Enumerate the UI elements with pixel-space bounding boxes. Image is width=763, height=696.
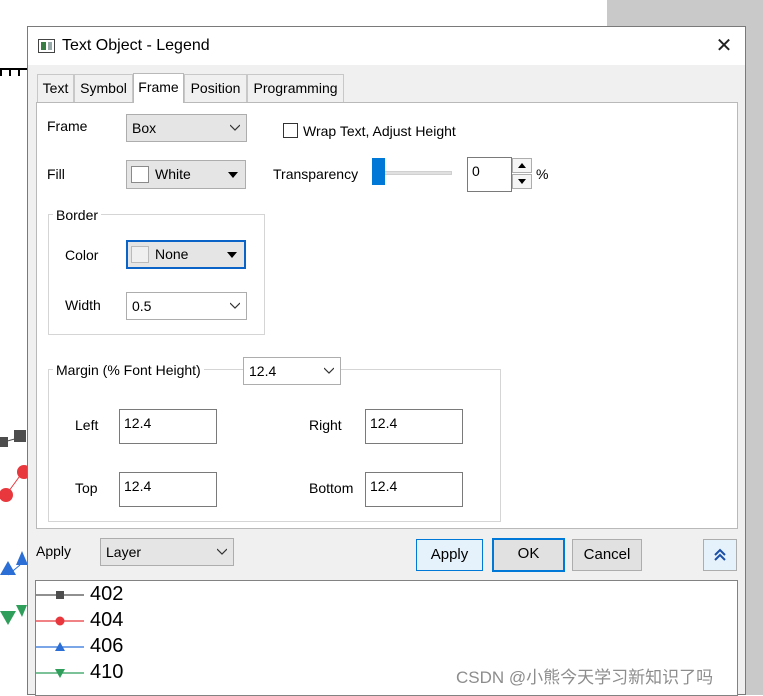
wrap-text-checkbox[interactable] <box>283 123 298 138</box>
tab-position[interactable]: Position <box>184 74 247 102</box>
plot-series-fragment <box>0 430 27 625</box>
border-width-select[interactable]: 0.5 <box>126 292 247 320</box>
legend-marker-circle <box>36 616 84 626</box>
margin-left-value: 12.4 <box>124 415 152 431</box>
legend-marker-triangle-down <box>36 669 84 678</box>
margin-select-value: 12.4 <box>249 363 277 379</box>
frame-select-value: Box <box>132 120 157 136</box>
watermark-text: CSDN @小熊今天学习新知识了吗 <box>456 668 714 687</box>
close-icon: ✕ <box>715 35 733 57</box>
tab-text[interactable]: Text <box>37 74 74 102</box>
fill-label: Fill <box>47 166 65 182</box>
tab-programming[interactable]: Programming <box>247 74 344 102</box>
frame-label: Frame <box>47 118 88 134</box>
close-button[interactable]: ✕ <box>708 33 740 59</box>
border-color-value: None <box>155 246 189 262</box>
fill-color-swatch <box>131 166 149 183</box>
text-object-dialog: Text Object - Legend ✕ Text Symbol Frame… <box>27 26 746 696</box>
margin-left-label: Left <box>75 417 99 433</box>
margin-right-label: Right <box>309 417 342 433</box>
legend-label: 402 <box>90 583 124 605</box>
spin-up-button[interactable] <box>512 158 532 173</box>
transparency-slider-thumb[interactable] <box>372 158 385 185</box>
legend-marker-square <box>36 591 84 599</box>
fill-color-value: White <box>155 166 191 182</box>
dialog-title: Text Object - Legend <box>62 37 210 54</box>
legend-label: 410 <box>90 661 124 683</box>
margin-right-input[interactable]: 12.4 <box>365 409 463 444</box>
dropdown-arrow-icon <box>228 172 238 178</box>
margin-bottom-value: 12.4 <box>370 478 398 494</box>
border-color-label: Color <box>65 247 99 263</box>
border-width-value: 0.5 <box>132 298 152 314</box>
border-group-title: Border <box>53 207 102 223</box>
legend-entry: 402 <box>36 583 236 609</box>
chevron-down-icon <box>217 546 227 556</box>
chevron-down-icon <box>230 122 240 132</box>
dropdown-arrow-icon <box>227 252 237 258</box>
transparency-label: Transparency <box>273 166 359 182</box>
title-bar[interactable]: Text Object - Legend ✕ <box>28 27 745 65</box>
margin-top-input[interactable]: 12.4 <box>119 472 217 507</box>
spin-down-button[interactable] <box>512 174 532 189</box>
cancel-button[interactable]: Cancel <box>572 539 642 571</box>
tab-frame[interactable]: Frame <box>133 73 184 103</box>
frame-select[interactable]: Box <box>126 114 247 142</box>
fill-color-select[interactable]: White <box>126 160 246 189</box>
arrow-up-icon <box>518 163 526 168</box>
margin-group-title: Margin (% Font Height) <box>53 362 204 378</box>
apply-button[interactable]: Apply <box>416 539 483 571</box>
frame-tab-panel: Frame Box Wrap Text, Adjust Height Fill … <box>36 102 738 529</box>
margin-select[interactable]: 12.4 <box>243 357 341 385</box>
apply-scope-value: Layer <box>106 544 142 560</box>
apply-scope-select[interactable]: Layer <box>100 538 234 566</box>
margin-bottom-label: Bottom <box>309 480 354 496</box>
tab-symbol[interactable]: Symbol <box>74 74 133 102</box>
margin-right-value: 12.4 <box>370 415 398 431</box>
transparency-input-value: 0 <box>472 163 480 179</box>
legend-entry: 404 <box>36 609 236 635</box>
transparency-input[interactable]: 0 <box>467 157 512 192</box>
legend-marker-triangle-up <box>36 642 84 651</box>
legend-entry: 406 <box>36 635 236 661</box>
percent-label: % <box>536 166 549 182</box>
ok-button[interactable]: OK <box>492 538 565 572</box>
border-width-label: Width <box>65 297 101 313</box>
border-color-swatch <box>131 246 149 263</box>
margin-top-label: Top <box>75 480 98 496</box>
legend-label: 404 <box>90 609 124 631</box>
margin-bottom-input[interactable]: 12.4 <box>365 472 463 507</box>
apply-scope-label: Apply <box>36 543 72 559</box>
legend-entry: 410 <box>36 661 236 687</box>
wrap-text-label: Wrap Text, Adjust Height <box>303 123 456 139</box>
margin-top-value: 12.4 <box>124 478 152 494</box>
chevron-down-icon <box>324 365 334 375</box>
legend-label: 406 <box>90 635 124 657</box>
window-icon <box>38 39 55 53</box>
border-color-select[interactable]: None <box>126 240 246 269</box>
collapse-button[interactable] <box>703 539 737 571</box>
arrow-down-icon <box>518 179 526 184</box>
margin-left-input[interactable]: 12.4 <box>119 409 217 444</box>
double-chevron-up-icon <box>714 548 726 561</box>
plot-axis-fragment <box>0 68 27 76</box>
chevron-down-icon <box>230 300 240 310</box>
